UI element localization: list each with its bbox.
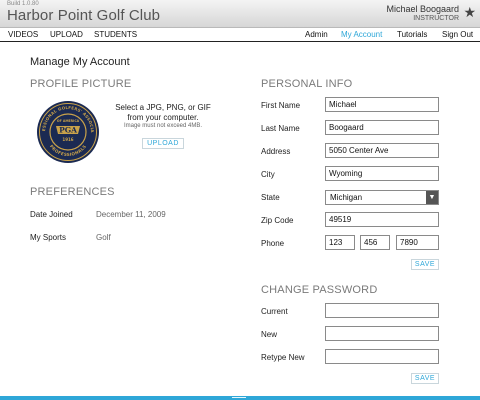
my-sports-value: Golf xyxy=(96,233,111,242)
preferences-title: PREFERENCES xyxy=(30,186,115,198)
my-sports-label: My Sports xyxy=(30,233,67,242)
zip-code-input[interactable] xyxy=(325,212,439,227)
state-label: State xyxy=(261,193,280,202)
save-password-button[interactable]: SAVE xyxy=(411,373,439,384)
current-password-label: Current xyxy=(261,307,288,316)
save-personal-info-button[interactable]: SAVE xyxy=(411,259,439,270)
upload-size-note: Image must not exceed 4MB. xyxy=(123,123,203,129)
first-name-input[interactable] xyxy=(325,97,439,112)
app-header: Build 1.0.80 Harbor Point Golf Club Mich… xyxy=(0,0,480,28)
nav-videos[interactable]: VIDEOS xyxy=(8,30,38,39)
retype-password-input[interactable] xyxy=(325,349,439,364)
svg-text:PGA: PGA xyxy=(59,126,77,135)
phone-label: Phone xyxy=(261,239,285,248)
nav-upload[interactable]: UPLOAD xyxy=(50,30,83,39)
drag-handle-icon[interactable] xyxy=(232,396,246,400)
upload-instructions: Select a JPG, PNG, or GIF xyxy=(115,103,211,112)
city-input[interactable] xyxy=(325,166,439,181)
app-title: Harbor Point Golf Club xyxy=(7,7,161,24)
change-password-title: CHANGE PASSWORD xyxy=(261,284,378,296)
user-name: Michael Boogaard xyxy=(386,4,459,14)
date-joined-value: December 11, 2009 xyxy=(96,210,166,219)
page-title: Manage My Account xyxy=(30,56,130,68)
nav-my-account[interactable]: My Account xyxy=(341,30,382,39)
main-nav: VIDEOS UPLOAD STUDENTS Admin My Account … xyxy=(0,28,480,42)
phone-prefix-input[interactable] xyxy=(360,235,390,250)
pga-logo-icon: PROFESSIONAL GOLFERS' ASSOCIATION PROFES… xyxy=(36,100,99,163)
svg-text:OF AMERICA: OF AMERICA xyxy=(57,119,80,123)
date-joined-label: Date Joined xyxy=(30,210,73,219)
phone-line-input[interactable] xyxy=(396,235,439,250)
nav-students[interactable]: STUDENTS xyxy=(94,30,137,39)
city-label: City xyxy=(261,170,275,179)
personal-info-title: PERSONAL INFO xyxy=(261,78,353,90)
address-label: Address xyxy=(261,147,291,156)
last-name-input[interactable] xyxy=(325,120,439,135)
retype-password-label: Retype New xyxy=(261,353,305,362)
upload-button[interactable]: UPLOAD xyxy=(142,138,184,149)
last-name-label: Last Name xyxy=(261,124,300,133)
current-password-input[interactable] xyxy=(325,303,439,318)
upload-instructions-2: from your computer. xyxy=(127,113,199,122)
chevron-down-icon[interactable]: ▼ xyxy=(426,191,438,204)
zip-code-label: Zip Code xyxy=(261,216,294,225)
profile-picture-title: PROFILE PICTURE xyxy=(30,78,132,90)
nav-sign-out[interactable]: Sign Out xyxy=(442,30,473,39)
star-icon[interactable]: ★ xyxy=(463,5,476,19)
nav-tutorials[interactable]: Tutorials xyxy=(397,30,427,39)
nav-admin[interactable]: Admin xyxy=(305,30,328,39)
new-password-label: New xyxy=(261,330,278,339)
phone-area-input[interactable] xyxy=(325,235,355,250)
svg-text:1916: 1916 xyxy=(62,137,73,142)
state-selected-value: Michigan xyxy=(330,193,363,202)
address-input[interactable] xyxy=(325,143,439,158)
first-name-label: First Name xyxy=(261,101,301,110)
state-select[interactable]: Michigan ▼ xyxy=(325,190,439,205)
user-role: INSTRUCTOR xyxy=(413,15,459,22)
new-password-input[interactable] xyxy=(325,326,439,341)
